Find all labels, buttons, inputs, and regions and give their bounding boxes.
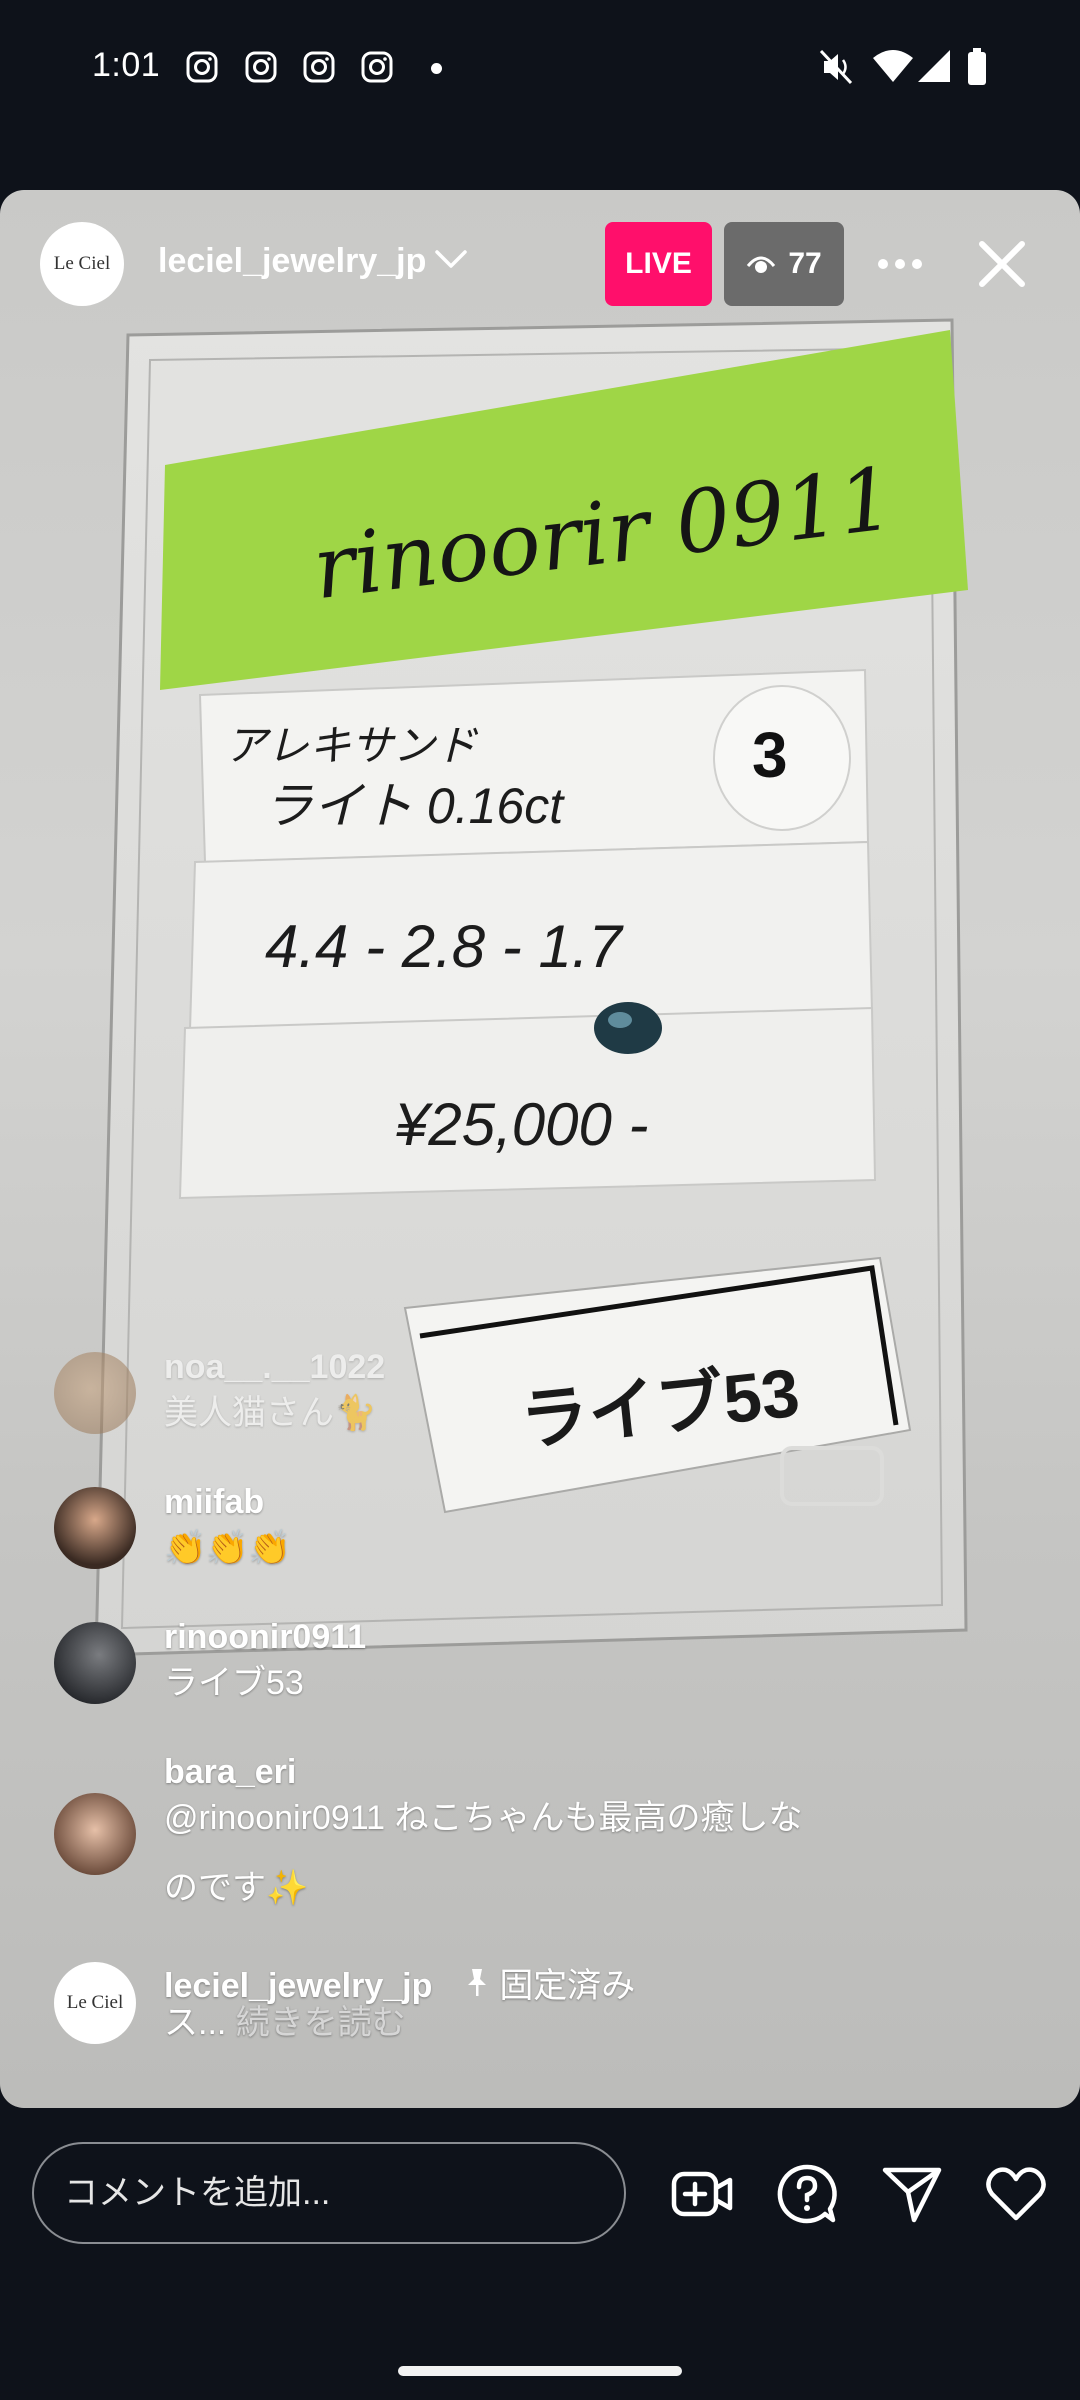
pinned-label: 固定済み (499, 1967, 636, 2005)
instagram-icon (245, 51, 277, 83)
battery-icon (968, 48, 986, 85)
home-indicator[interactable] (398, 2366, 682, 2376)
avatar-logo: Le Ciel (66, 1992, 124, 2013)
signal-icon (918, 50, 950, 82)
heart-icon[interactable] (984, 2162, 1048, 2226)
comment-text: @rinoonir0911 ねこちゃんも最高の癒しな (164, 1799, 803, 1837)
mute-icon (819, 49, 853, 85)
read-more-link[interactable]: 続きを読む (236, 2004, 406, 2042)
stone-name-line2: ライト 0.16ct (263, 778, 564, 834)
comment-text: ライブ53 (164, 1664, 304, 1702)
avatar[interactable]: Le Ciel (54, 1962, 136, 2044)
question-icon[interactable] (775, 2162, 839, 2226)
avatar[interactable] (54, 1487, 136, 1569)
stone-price: ¥25,000 - (395, 1091, 649, 1158)
send-icon[interactable] (880, 2162, 944, 2226)
avatar[interactable] (54, 1352, 136, 1434)
comment-text-continued: のです✨ (164, 1869, 309, 1907)
avatar[interactable] (54, 1622, 136, 1704)
stone-name-line1: アレキサンド (225, 722, 478, 769)
more-options-button[interactable] (872, 242, 928, 286)
chevron-down-icon[interactable] (434, 248, 468, 270)
stone-dimensions: 4.4 - 2.8 - 1.7 (265, 913, 622, 980)
host-username[interactable]: leciel_jewelry_jp (158, 242, 426, 281)
comment-text: ス... (164, 2004, 227, 2042)
more-horizontal-icon (878, 259, 922, 269)
bottom-bar (0, 2110, 1080, 2280)
viewer-count: 77 (788, 247, 822, 280)
wifi-icon (873, 50, 913, 82)
notification-dot (431, 63, 442, 74)
status-bar: 1:01 (0, 0, 1080, 135)
comment-text: 👏👏👏 (164, 1529, 292, 1567)
live-header: Le Ciel leciel_jewelry_jp LIVE 77 (0, 190, 1080, 340)
avatar[interactable] (54, 1793, 136, 1875)
live-badge: LIVE (605, 222, 712, 306)
badge-number: 3 (752, 719, 788, 791)
status-time: 1:01 (92, 46, 161, 84)
comment-text: 美人猫さん🐈 (164, 1394, 377, 1432)
host-avatar-logo: Le Ciel (53, 253, 111, 274)
instagram-icon (361, 51, 393, 83)
instagram-icon (303, 51, 335, 83)
live-label: LIVE (625, 247, 692, 280)
comment-input[interactable] (32, 2142, 626, 2244)
eye-icon (747, 256, 776, 273)
instagram-icon (186, 51, 218, 83)
add-video-icon[interactable] (670, 2162, 734, 2226)
close-icon[interactable] (972, 234, 1032, 294)
pin-icon (467, 1969, 486, 1996)
comment-text-row: ス... 続きを読む (164, 1988, 406, 2058)
viewer-count-badge[interactable]: 77 (724, 222, 844, 306)
host-avatar[interactable]: Le Ciel (40, 222, 124, 306)
pinned-indicator: 固定済み (464, 1967, 635, 2005)
